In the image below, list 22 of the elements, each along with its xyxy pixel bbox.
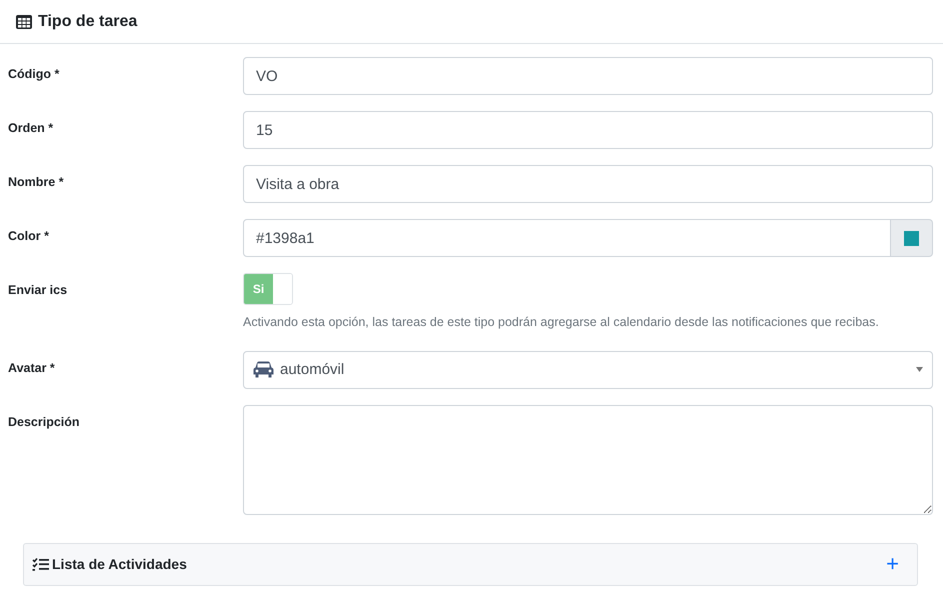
field-label: Nombre *	[7, 174, 65, 191]
field-label: Orden *	[7, 120, 54, 137]
color-field[interactable]: #1398a1	[243, 219, 891, 257]
help-text: Activando esta opción, las tareas de este tipo podrán agregarse al calendario desde las notificaciones que recibas.	[243, 314, 880, 331]
add-button[interactable]: +	[886, 553, 899, 576]
color-picker-button[interactable]	[891, 219, 933, 257]
field-label: Avatar *	[7, 360, 56, 377]
table-icon	[16, 14, 32, 28]
checklist-icon	[32, 557, 49, 572]
caret-icon	[916, 367, 923, 372]
field-label: Enviar ics	[7, 282, 68, 299]
field-label: Descripción	[7, 414, 81, 431]
text-field[interactable]: 15	[243, 111, 933, 149]
text-field[interactable]: VO	[243, 57, 933, 95]
text-field[interactable]: Visita a obra	[243, 165, 933, 203]
car-icon	[253, 361, 274, 378]
page-title: Tipo de tarea	[38, 12, 138, 32]
description-field[interactable]	[243, 404, 933, 515]
field-label: Código *	[7, 66, 60, 83]
field-label: Color *	[7, 228, 50, 245]
avatar-select[interactable]: automóvil	[243, 350, 933, 389]
panel-title: Lista de Actividades	[52, 554, 188, 574]
